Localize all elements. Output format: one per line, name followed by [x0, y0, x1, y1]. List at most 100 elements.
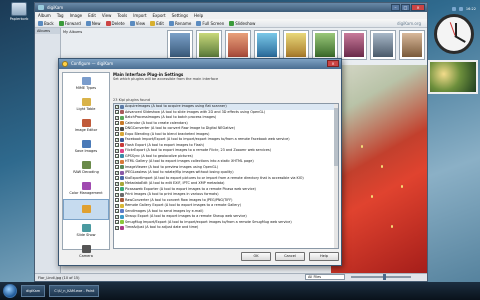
close-button[interactable]: ×	[411, 4, 425, 11]
toolbar-delete-button[interactable]: Delete	[105, 20, 125, 26]
menu-help[interactable]: Help	[194, 12, 203, 19]
file-filter-select[interactable]: All Files	[305, 274, 345, 280]
save-images-icon	[81, 140, 91, 148]
sidebar-item-image-editor[interactable]: Image Editor	[63, 115, 109, 136]
plugin-checkbox[interactable]	[115, 121, 119, 126]
album-tree-item[interactable]: My Albums	[61, 28, 91, 36]
thumbnail[interactable]	[370, 30, 396, 60]
dialog-buttons: OK Cancel Help	[113, 252, 339, 263]
albums-sidebar-header[interactable]: Albums	[35, 28, 60, 34]
window-titlebar[interactable]: digiKam – □ ×	[35, 3, 427, 12]
sidebar-item-color-management[interactable]: Color Management	[63, 178, 109, 199]
plugin-checkbox[interactable]	[115, 192, 119, 198]
thumbnail[interactable]	[254, 30, 280, 60]
thumbnail[interactable]	[312, 30, 338, 60]
plugin-settings-page: Main Interface Plug-in Settings Set whic…	[113, 72, 339, 250]
taskbar-item[interactable]: C:\U_n_KAM.exe - Paint	[49, 285, 100, 297]
sidebar-item-label: Color Management	[69, 191, 103, 195]
trash-icon	[11, 2, 27, 16]
plugin-checkbox[interactable]	[115, 115, 119, 121]
sidebar-item-kipi-plugins[interactable]	[63, 199, 109, 220]
maximize-button[interactable]: □	[401, 4, 410, 11]
scrollbar-thumb[interactable]	[334, 108, 338, 166]
slideshow-icon	[120, 110, 124, 115]
toolbar-new-button[interactable]: New	[85, 20, 101, 26]
plugin-checkbox[interactable]	[115, 176, 119, 181]
plugin-checkbox[interactable]	[115, 165, 119, 170]
thumbnail[interactable]	[225, 30, 251, 60]
thumbnail[interactable]	[341, 30, 367, 60]
help-button[interactable]: Help	[309, 252, 339, 261]
toolbar-edit-button[interactable]: Edit	[150, 20, 164, 26]
metadata-icon	[120, 181, 124, 186]
plugin-checkbox[interactable]	[115, 225, 119, 231]
tray-clock[interactable]: 16:22	[466, 7, 476, 11]
thumbnail[interactable]	[196, 30, 222, 60]
plugin-row[interactable]: TimeAdjust (A tool to adjust date and ti…	[114, 225, 338, 231]
plugin-checkbox[interactable]	[115, 132, 119, 137]
image-preview[interactable]	[331, 65, 427, 273]
plugin-checkbox[interactable]	[115, 187, 119, 192]
sidebar-item-slide-show[interactable]: Slide Show	[63, 220, 109, 241]
zoom-slider-handle[interactable]	[383, 274, 386, 280]
plugin-checkbox[interactable]	[115, 170, 119, 176]
menu-image[interactable]: Image	[70, 12, 83, 19]
edit-icon	[150, 20, 156, 26]
menu-tag[interactable]: Tag	[57, 12, 64, 19]
plugin-checkbox[interactable]	[115, 137, 119, 143]
zoom-slider[interactable]	[351, 276, 411, 278]
plugin-checkbox[interactable]	[115, 214, 119, 220]
color-management-icon	[81, 182, 91, 190]
menu-import[interactable]: Import	[133, 12, 146, 19]
plugin-checkbox[interactable]	[115, 220, 119, 225]
plugin-checkbox[interactable]	[115, 148, 119, 154]
menu-view[interactable]: View	[102, 12, 112, 19]
plugin-list-scrollbar[interactable]	[334, 104, 338, 248]
volume-icon[interactable]	[458, 7, 463, 11]
start-button[interactable]	[3, 284, 17, 298]
toolbar-back-button[interactable]: Back	[38, 20, 54, 26]
toolbar-button-label: Full Screen	[202, 20, 225, 26]
menubar: Album Tag Image Edit View Tools Import Export Se…	[35, 12, 427, 19]
toolbar-slideshow-button[interactable]: Slideshow	[229, 20, 255, 26]
plugin-checkbox[interactable]	[115, 154, 119, 159]
toolbar-forward-button[interactable]: Forward	[58, 20, 81, 26]
plugin-checkbox[interactable]	[115, 159, 119, 165]
network-icon[interactable]	[451, 7, 456, 11]
menu-settings[interactable]: Settings	[172, 12, 188, 19]
sidebar-item-mime-types[interactable]: MIME Types	[63, 73, 109, 94]
menu-tools[interactable]: Tools	[117, 12, 127, 19]
plugin-checkbox[interactable]	[115, 203, 119, 209]
minimize-button[interactable]: –	[391, 4, 400, 11]
taskbar-item[interactable]: digiKam	[21, 285, 46, 297]
ok-button[interactable]: OK	[241, 252, 271, 261]
dialog-close-button[interactable]: ×	[327, 60, 339, 67]
sidebar-item-camera[interactable]: Camera	[63, 241, 109, 262]
plugin-checkbox[interactable]	[115, 104, 119, 110]
kipi-plugins-icon	[81, 205, 91, 213]
sidebar-item-raw-decoding[interactable]: RAW Decoding	[63, 157, 109, 178]
thumbnail[interactable]	[283, 30, 309, 60]
forward-icon	[58, 20, 64, 26]
cancel-button[interactable]: Cancel	[275, 252, 305, 261]
thumbnail[interactable]	[167, 30, 193, 60]
recycle-bin-icon[interactable]: Papierkorb	[6, 2, 32, 21]
toolbar-view-button[interactable]: View	[129, 20, 145, 26]
menu-album[interactable]: Album	[38, 12, 51, 19]
mail-icon	[120, 209, 124, 214]
plugin-checkbox[interactable]	[115, 209, 119, 214]
plugin-checkbox[interactable]	[115, 110, 119, 115]
toolbar-full-screen-button[interactable]: Full Screen	[196, 20, 225, 26]
toolbar-rename-button[interactable]: Rename	[168, 20, 191, 26]
sidebar-item-light-table[interactable]: Light Table	[63, 94, 109, 115]
thumbnail[interactable]	[399, 30, 425, 60]
plugin-checkbox[interactable]	[115, 143, 119, 148]
menu-edit[interactable]: Edit	[88, 12, 96, 19]
dialog-titlebar[interactable]: Configure — digiKam ×	[59, 59, 341, 69]
plugin-checkbox[interactable]	[115, 181, 119, 187]
plugin-label: TimeAdjust (A tool to adjust date and ti…	[125, 225, 199, 229]
menu-export[interactable]: Export	[153, 12, 166, 19]
sidebar-item-save-images[interactable]: Save Images	[63, 136, 109, 157]
plugin-checkbox[interactable]	[115, 126, 119, 132]
plugin-checkbox[interactable]	[115, 198, 119, 203]
